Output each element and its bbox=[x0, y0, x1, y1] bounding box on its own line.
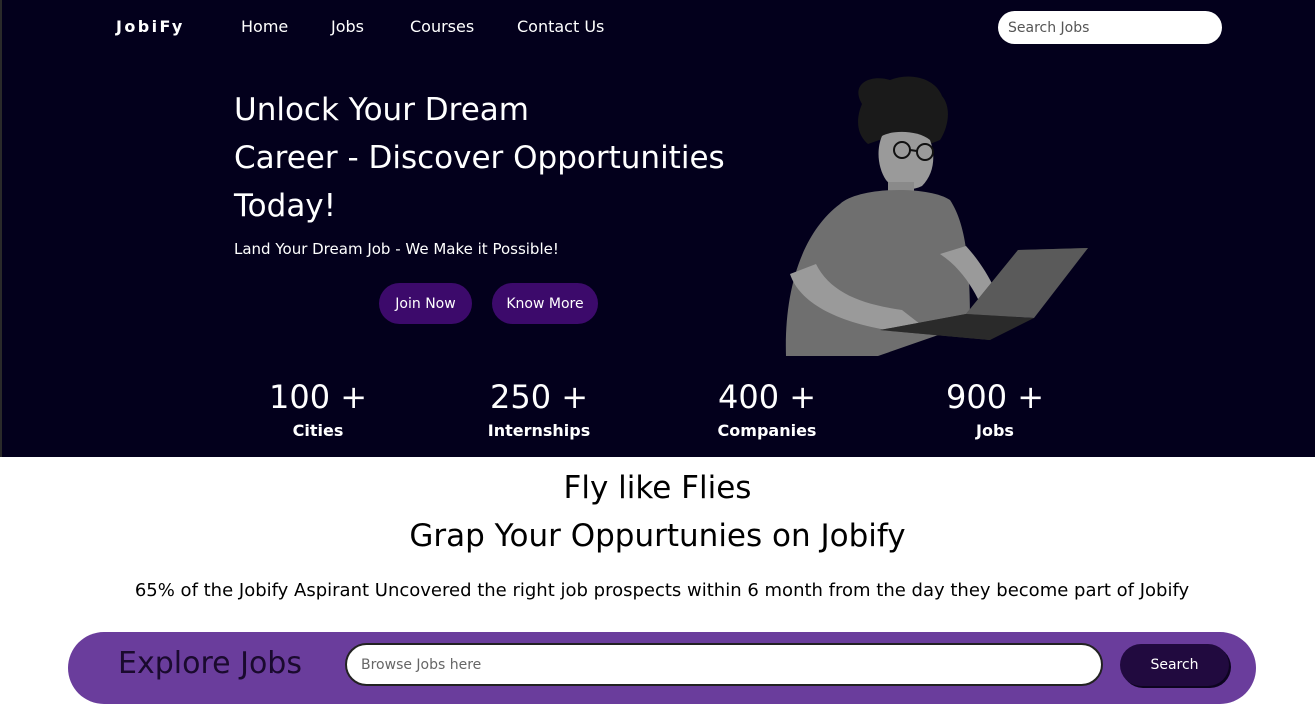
search-jobs-input[interactable] bbox=[998, 11, 1222, 44]
logo[interactable]: JobiFy bbox=[116, 17, 185, 36]
nav-link-jobs[interactable]: Jobs bbox=[331, 17, 364, 36]
know-more-button[interactable]: Know More bbox=[492, 283, 598, 324]
nav-link-home[interactable]: Home bbox=[241, 17, 288, 36]
about-stat-text: 65% of the Jobify Aspirant Uncovered the… bbox=[134, 580, 1190, 601]
nav-link-courses[interactable]: Courses bbox=[410, 17, 474, 36]
search-button[interactable]: Search bbox=[1120, 644, 1229, 686]
stat-cities-label: Cities bbox=[292, 421, 344, 440]
hero-title: Unlock Your Dream Career - Discover Oppo… bbox=[234, 86, 774, 230]
about-heading-line-1: Fly like Flies bbox=[563, 470, 752, 506]
stat-cities: 100 + Cities bbox=[233, 377, 403, 440]
stat-jobs-number: 900 + bbox=[945, 378, 1045, 416]
hero-title-line-2: Career - Discover Opportunities bbox=[234, 140, 725, 176]
about-heading-line-2: Grap Your Oppurtunies on Jobify bbox=[409, 518, 906, 554]
stat-internships-label: Internships bbox=[487, 421, 591, 440]
hero-title-line-1: Unlock Your Dream bbox=[234, 92, 529, 128]
stat-jobs: 900 + Jobs bbox=[910, 377, 1080, 440]
hero-person-image bbox=[785, 76, 1088, 356]
hero-subtitle: Land Your Dream Job - We Make it Possibl… bbox=[234, 240, 559, 258]
stat-internships-number: 250 + bbox=[489, 378, 589, 416]
top-navbar: JobiFy Home Jobs Courses Contact Us bbox=[0, 0, 1315, 56]
join-now-button[interactable]: Join Now bbox=[379, 283, 472, 324]
explore-jobs-title: Explore Jobs bbox=[118, 646, 302, 681]
browse-jobs-input[interactable] bbox=[345, 643, 1103, 686]
stat-companies: 400 + Companies bbox=[682, 377, 852, 440]
stat-companies-number: 400 + bbox=[717, 378, 817, 416]
nav-link-contact[interactable]: Contact Us bbox=[517, 17, 604, 36]
stat-companies-label: Companies bbox=[717, 421, 817, 440]
hero-title-line-3: Today! bbox=[234, 188, 337, 224]
stat-internships: 250 + Internships bbox=[454, 377, 624, 440]
stat-cities-number: 100 + bbox=[268, 378, 368, 416]
stat-jobs-label: Jobs bbox=[976, 421, 1014, 440]
